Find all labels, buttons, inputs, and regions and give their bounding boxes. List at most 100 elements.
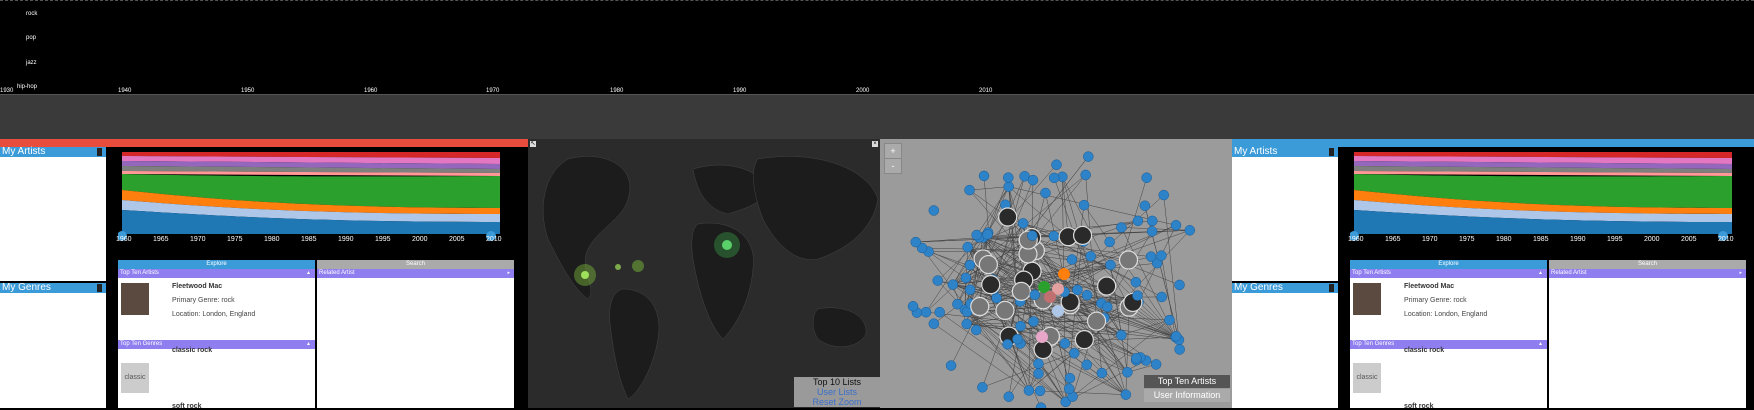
user-node[interactable] xyxy=(1064,384,1074,394)
genre-node[interactable] xyxy=(1036,331,1048,343)
genre-name[interactable]: classic rock xyxy=(1404,347,1444,354)
top-ten-artists-header[interactable]: Top Ten Artists▲ xyxy=(1350,269,1547,278)
genre-name[interactable]: soft rock xyxy=(1404,403,1434,410)
user-node[interactable] xyxy=(1003,173,1013,183)
user-node[interactable] xyxy=(1131,277,1141,287)
location-marker[interactable] xyxy=(632,260,644,272)
expand-icon[interactable]: ↖ xyxy=(530,141,536,147)
user-node[interactable] xyxy=(1016,321,1026,331)
related-artist-header[interactable]: Related Artist▸ xyxy=(1549,269,1746,278)
user-node[interactable] xyxy=(1035,386,1045,396)
timeline-brush-area[interactable] xyxy=(0,94,1754,139)
user-node[interactable] xyxy=(1105,260,1115,270)
user-node[interactable] xyxy=(1116,222,1126,232)
genre-name[interactable]: soft rock xyxy=(172,403,202,410)
trash-icon[interactable] xyxy=(1329,148,1334,156)
top-ten-genres-header[interactable]: Top Ten Genres▲ xyxy=(1350,340,1547,349)
user-node[interactable] xyxy=(979,171,989,181)
user-node[interactable] xyxy=(1069,348,1079,358)
artist-node[interactable] xyxy=(982,276,1000,294)
user-node[interactable] xyxy=(933,276,943,286)
user-node[interactable] xyxy=(1079,200,1089,210)
user-node[interactable] xyxy=(1003,339,1013,349)
zoom-in-button[interactable]: + xyxy=(884,143,902,159)
my-genres-list[interactable] xyxy=(0,293,106,408)
user-node[interactable] xyxy=(1034,369,1044,379)
user-node[interactable] xyxy=(929,319,939,329)
user-node[interactable] xyxy=(1164,315,1174,325)
artist-node[interactable] xyxy=(971,298,989,316)
artist-node[interactable] xyxy=(996,301,1014,319)
expand-icon[interactable]: ▸ xyxy=(1739,269,1742,278)
artist-node[interactable] xyxy=(999,208,1017,226)
user-node[interactable] xyxy=(1121,390,1131,400)
user-node[interactable] xyxy=(1036,403,1046,408)
user-node[interactable] xyxy=(1027,231,1037,241)
collapse-icon[interactable]: ▲ xyxy=(1538,340,1543,349)
top-ten-artists-header[interactable]: Top Ten Artists▲ xyxy=(118,269,315,278)
user-node[interactable] xyxy=(1082,290,1092,300)
user-node[interactable] xyxy=(1086,251,1096,261)
trash-icon[interactable] xyxy=(97,284,102,292)
user-node[interactable] xyxy=(1030,290,1040,300)
artist-network[interactable]: + - Top Ten Artists User Information xyxy=(880,139,1232,408)
user-node[interactable] xyxy=(1051,160,1061,170)
user-node[interactable] xyxy=(1004,392,1014,402)
genre-node[interactable] xyxy=(1058,268,1070,280)
user-node[interactable] xyxy=(921,307,931,317)
user-node[interactable] xyxy=(1081,170,1091,180)
genre-name[interactable]: classic rock xyxy=(172,347,212,354)
user-node[interactable] xyxy=(1147,216,1157,226)
user-node[interactable] xyxy=(1067,255,1077,265)
artist-name[interactable]: Fleetwood Mac xyxy=(172,283,222,290)
user-node[interactable] xyxy=(935,307,945,317)
user-node[interactable] xyxy=(1024,385,1034,395)
genre-thumbnail[interactable]: classic xyxy=(1353,363,1381,393)
expand-icon[interactable]: ▸ xyxy=(507,269,510,278)
tab-search[interactable]: Search xyxy=(1549,260,1746,269)
user-node[interactable] xyxy=(1116,330,1126,340)
user-node[interactable] xyxy=(965,285,975,295)
user-node[interactable] xyxy=(977,382,987,392)
user-node[interactable] xyxy=(952,299,962,309)
genre-node[interactable] xyxy=(1044,291,1056,303)
user-node[interactable] xyxy=(1175,280,1185,290)
user-node[interactable] xyxy=(1082,360,1092,370)
artist-photo[interactable] xyxy=(1353,283,1381,315)
user-node[interactable] xyxy=(1102,302,1112,312)
user-node[interactable] xyxy=(1151,359,1161,369)
top-ten-artists-button[interactable]: Top Ten Artists xyxy=(1144,375,1230,388)
related-artist-header[interactable]: Related Artist▸ xyxy=(317,269,514,278)
trash-icon[interactable] xyxy=(97,148,102,156)
user-node[interactable] xyxy=(1083,152,1093,162)
user-node[interactable] xyxy=(1140,201,1150,211)
user-node[interactable] xyxy=(1033,359,1043,369)
artist-name[interactable]: Fleetwood Mac xyxy=(1404,283,1454,290)
genre-node[interactable] xyxy=(1038,281,1050,293)
user-node[interactable] xyxy=(962,319,972,329)
user-node[interactable] xyxy=(1012,334,1022,344)
user-node[interactable] xyxy=(1049,231,1059,241)
user-node[interactable] xyxy=(946,361,956,371)
user-node[interactable] xyxy=(1132,291,1142,301)
user-node[interactable] xyxy=(972,230,982,240)
world-map[interactable]: ↖ × Top 10 Lists User Lists Reset Zoom xyxy=(528,139,880,408)
reset-zoom-button[interactable]: Reset Zoom xyxy=(794,397,880,407)
user-node[interactable] xyxy=(1060,338,1070,348)
map-canvas[interactable] xyxy=(528,139,880,408)
top-ten-genres-header[interactable]: Top Ten Genres▲ xyxy=(118,340,315,349)
user-information-button[interactable]: User Information xyxy=(1144,389,1230,402)
location-marker[interactable] xyxy=(722,240,732,250)
artist-node[interactable] xyxy=(1120,251,1138,269)
zoom-out-button[interactable]: - xyxy=(884,158,902,174)
close-icon[interactable]: × xyxy=(872,141,878,147)
top-10-lists-button[interactable]: Top 10 Lists xyxy=(794,377,880,387)
user-node[interactable] xyxy=(1029,316,1039,326)
user-node[interactable] xyxy=(1147,226,1157,236)
user-node[interactable] xyxy=(965,260,975,270)
user-node[interactable] xyxy=(1175,344,1185,354)
network-graph[interactable] xyxy=(880,139,1232,408)
user-node[interactable] xyxy=(1028,175,1038,185)
trash-icon[interactable] xyxy=(1329,284,1334,292)
artist-node[interactable] xyxy=(1074,226,1092,244)
